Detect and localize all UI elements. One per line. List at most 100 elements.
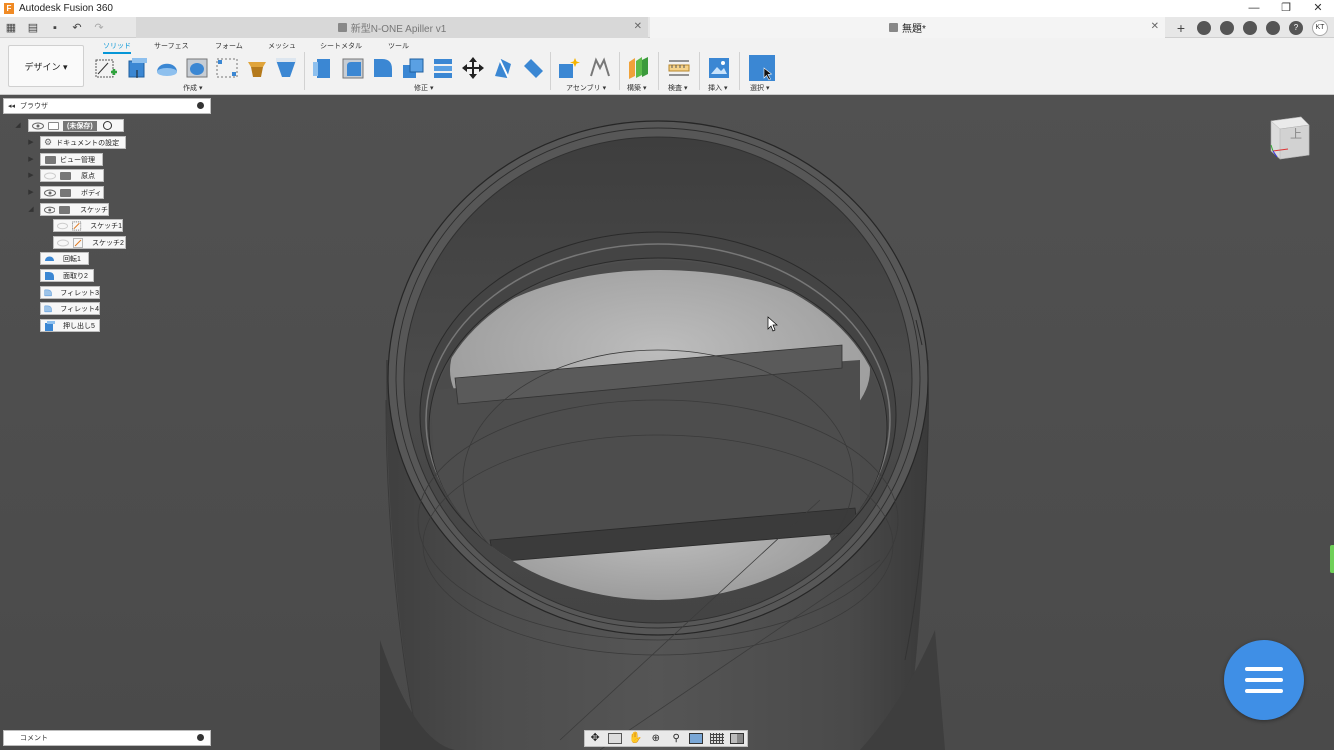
eye-icon[interactable] [32,122,44,130]
browser-item-chamfer2[interactable]: 面取り2 [40,269,94,282]
press-pull-icon[interactable] [311,56,335,80]
tab-surface[interactable]: サーフェス [154,41,189,51]
close-tab-icon[interactable]: ✕ [634,21,642,32]
move-icon[interactable] [461,56,485,80]
browser-item-fillet4[interactable]: フィレット4 [40,302,100,315]
sweep-icon[interactable] [185,56,209,80]
revolve-icon[interactable] [155,56,179,80]
3d-viewport[interactable] [0,95,1334,750]
close-tab-icon[interactable]: ✕ [1151,21,1159,32]
close-window-button[interactable]: ✕ [1302,0,1334,17]
expander-closed-icon[interactable]: ▶ [27,188,35,196]
collapse-icon[interactable]: ◂◂ [8,102,15,110]
expander-open-icon[interactable]: ◢ [27,205,35,213]
tab-document-2[interactable]: 無題* ✕ [650,17,1165,38]
offset-plane-icon[interactable] [626,56,650,80]
eye-hidden-icon[interactable] [44,172,56,180]
web-icon[interactable] [274,56,298,80]
fillet-icon[interactable] [341,56,365,80]
tab-solid[interactable]: ソリッド [103,41,131,54]
user-avatar[interactable]: KT [1312,19,1328,36]
joint-icon[interactable] [588,56,612,80]
tab-document-1[interactable]: 新型N-ONE Apiller v1 ✕ [136,17,648,38]
insert-group-label[interactable]: 挿入 ▾ [708,83,727,93]
eye-hidden-icon[interactable] [57,222,68,230]
expander-closed-icon[interactable]: ▶ [27,171,35,179]
browser-root-node[interactable]: (未保存) [28,119,124,132]
inspect-group-label[interactable]: 検査 ▾ [668,83,687,93]
workspace-switcher[interactable]: デザイン ▾ [8,45,84,87]
eye-icon[interactable] [44,189,56,197]
quick-access-toolbar: ▦ ▤ ▪ ↶ ↷ [0,17,110,38]
orbit-icon[interactable]: ✥ [588,733,602,744]
new-tab-icon[interactable]: + [1174,21,1188,35]
minimize-button[interactable]: — [1238,0,1270,17]
insert-image-icon[interactable] [707,56,731,80]
loft-icon[interactable] [215,56,239,80]
tab-mesh[interactable]: メッシュ [268,41,296,51]
split-face-icon[interactable] [491,56,515,80]
assemble-group-label[interactable]: アセンブリ ▾ [566,83,606,93]
select-icon[interactable] [749,55,775,81]
display-settings-icon[interactable] [689,733,704,744]
eye-icon[interactable] [44,206,56,214]
browser-item-sketches[interactable]: スケッチ [40,203,109,216]
menu-fab-button[interactable] [1224,640,1304,720]
clock-icon[interactable] [1243,20,1257,35]
rib-icon[interactable] [245,56,269,80]
extrude-icon[interactable] [125,56,149,80]
modify-group-label[interactable]: 修正 ▾ [414,83,433,93]
measure-icon[interactable] [667,56,691,80]
help-icon[interactable]: ? [1289,20,1303,35]
browser-item-fillet3[interactable]: フィレット3 [40,286,100,299]
browser-item-extrude5[interactable]: 押し出し5 [40,319,100,332]
expander-closed-icon[interactable]: ▶ [27,155,35,163]
browser-item-sketch1[interactable]: スケッチ1 [53,219,123,232]
side-tab-handle[interactable] [1330,545,1334,573]
undo-icon[interactable]: ↶ [66,21,88,34]
grid-settings-icon[interactable] [709,733,724,744]
construct-group-label[interactable]: 構築 ▾ [627,83,646,93]
scale-icon[interactable] [521,56,545,80]
viewcube[interactable]: 上 [1268,115,1312,161]
data-panel-icon[interactable]: ▦ [0,21,22,34]
model-canvas[interactable] [0,95,1334,750]
menu-line [1245,678,1283,682]
browser-item-named-views[interactable]: ビュー管理 [40,153,103,166]
expander-open-icon[interactable]: ◢ [14,121,22,129]
new-component-icon[interactable] [557,56,581,80]
create-sketch-icon[interactable] [94,56,118,80]
zoom-icon[interactable]: ⊕ [649,733,663,744]
combine-icon[interactable] [401,56,425,80]
minimize-panel-icon[interactable] [197,102,204,109]
browser-item-document-settings[interactable]: ⚙ ドキュメントの設定 [40,136,126,149]
browser-panel-header[interactable]: ◂◂ ブラウザ [3,98,211,114]
activate-radio-icon[interactable] [102,121,112,130]
expand-comments-icon[interactable] [197,734,204,741]
fit-icon[interactable]: ⚲ [669,733,683,744]
look-at-icon[interactable] [608,733,623,744]
create-group-label[interactable]: 作成 ▾ [183,83,202,93]
extensions-icon[interactable] [1220,20,1234,35]
redo-icon[interactable]: ↷ [88,21,110,34]
bell-icon[interactable] [1266,20,1280,35]
save-icon[interactable]: ▪ [44,22,66,34]
comments-panel[interactable]: コメント [3,730,211,746]
chamfer-icon[interactable] [371,56,395,80]
tab-tools[interactable]: ツール [388,41,409,51]
tab-sheet-metal[interactable]: シートメタル [320,41,362,51]
browser-item-origin[interactable]: 原点 [40,169,104,182]
file-menu-icon[interactable]: ▤ [22,21,44,34]
viewports-icon[interactable] [729,733,744,744]
browser-item-bodies[interactable]: ボディ [40,186,104,199]
browser-item-revolve1[interactable]: 回転1 [40,252,89,265]
tab-form[interactable]: フォーム [215,41,243,51]
restore-button[interactable]: ❐ [1270,0,1302,17]
select-group-label[interactable]: 選択 ▾ [750,83,769,93]
browser-item-sketch2[interactable]: スケッチ2 [53,236,126,249]
eye-hidden-icon[interactable] [57,239,69,247]
shell-icon[interactable] [431,56,455,80]
pan-icon[interactable]: ✋ [629,733,643,744]
expander-closed-icon[interactable]: ▶ [27,138,35,146]
job-status-icon[interactable] [1197,20,1211,35]
